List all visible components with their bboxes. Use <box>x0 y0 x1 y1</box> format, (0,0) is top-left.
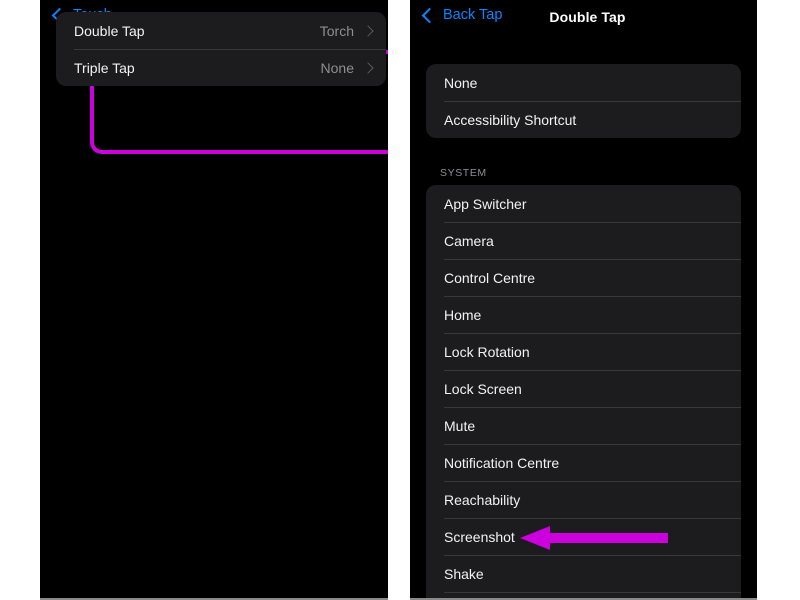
list-item-notification-centre[interactable]: Notification Centre <box>426 444 741 481</box>
left-phone-screen: Touch Back Tap Double Tap Torch Triple T… <box>40 0 388 600</box>
row-label: Lock Rotation <box>444 343 530 360</box>
section-header-system: SYSTEM <box>440 167 487 179</box>
chevron-right-icon <box>362 61 374 74</box>
row-label: None <box>444 74 478 91</box>
row-label: Double Tap <box>74 22 145 39</box>
list-item-double-tap[interactable]: Double Tap Torch <box>56 12 386 49</box>
right-phone-screen: Back Tap Double Tap None Accessibility S… <box>410 0 757 600</box>
row-label: Mute <box>444 417 476 434</box>
list-item-accessibility-shortcut[interactable]: Accessibility Shortcut <box>426 101 741 138</box>
list-item-home[interactable]: Home <box>426 296 741 333</box>
row-label: Control Centre <box>444 269 536 286</box>
chevron-right-icon <box>362 24 374 37</box>
row-label: Reachability <box>444 491 521 508</box>
row-label: Lock Screen <box>444 380 522 397</box>
list-item-none[interactable]: None <box>426 64 741 101</box>
list-item-mute[interactable]: Mute <box>426 407 741 444</box>
row-label: Notification Centre <box>444 454 560 471</box>
row-label: Triple Tap <box>74 59 135 76</box>
row-label: Shake <box>444 565 484 582</box>
list-item-camera[interactable]: Camera <box>426 222 741 259</box>
list-item-app-switcher[interactable]: App Switcher <box>426 185 741 222</box>
row-label: Home <box>444 306 482 323</box>
list-item-shake[interactable]: Shake <box>426 555 741 592</box>
row-label: Screenshot <box>444 528 515 545</box>
page-title: Double Tap <box>549 9 626 25</box>
list-item-triple-tap[interactable]: Triple Tap None <box>56 49 386 86</box>
list-item-screenshot[interactable]: Screenshot <box>426 518 741 555</box>
list-item-control-centre[interactable]: Control Centre <box>426 259 741 296</box>
back-tap-options-card: Double Tap Torch Triple Tap None <box>56 12 386 86</box>
row-label: Camera <box>444 232 494 249</box>
row-label: App Switcher <box>444 195 527 212</box>
list-item-reachability[interactable]: Reachability <box>426 481 741 518</box>
right-navigation-bar: Back Tap Double Tap <box>410 0 757 38</box>
row-value: Torch <box>319 22 354 39</box>
action-list-scroll-area[interactable]: None Accessibility Shortcut SYSTEM App S… <box>410 38 757 600</box>
list-item-lock-rotation[interactable]: Lock Rotation <box>426 333 741 370</box>
default-options-card: None Accessibility Shortcut <box>426 64 741 138</box>
row-label: Accessibility Shortcut <box>444 111 577 128</box>
row-value: None <box>320 59 354 76</box>
system-actions-card: App Switcher Camera Control Centre Home … <box>426 185 741 600</box>
list-item-lock-screen[interactable]: Lock Screen <box>426 370 741 407</box>
